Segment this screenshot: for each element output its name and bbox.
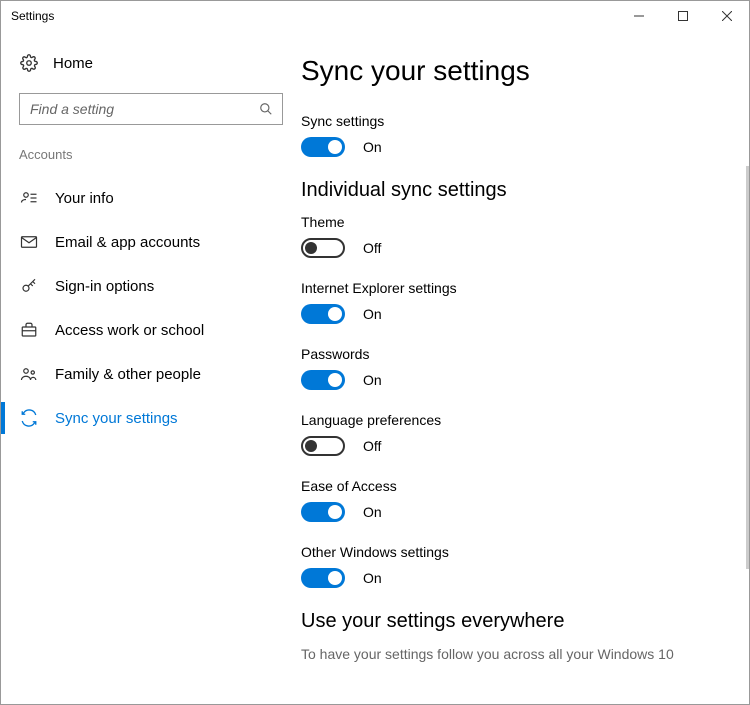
toggle-state: On [363,372,382,388]
setting-toggle[interactable] [301,238,345,258]
page-title: Sync your settings [301,55,739,87]
window-title: Settings [11,9,617,23]
toggle-row: On [301,502,739,522]
search-input[interactable] [19,93,283,125]
toggle-row: On [301,370,739,390]
sidebar-item-label: Your info [55,190,114,207]
sidebar-item-label: Email & app accounts [55,234,200,251]
setting-toggle[interactable] [301,568,345,588]
toggle-state: On [363,306,382,322]
individual-heading: Individual sync settings [301,179,739,202]
close-icon [722,11,732,21]
sidebar-item-label: Family & other people [55,366,201,383]
toggle-row: Off [301,238,739,258]
home-nav[interactable]: Home [19,53,301,73]
setting-toggle[interactable] [301,304,345,324]
window-controls [617,1,749,31]
minimize-button[interactable] [617,1,661,31]
setting-label: Theme [301,214,739,230]
toggle-state: Off [363,438,381,454]
maximize-button[interactable] [661,1,705,31]
sidebar-item-signin[interactable]: Sign-in options [19,264,301,308]
sidebar-item-label: Sign-in options [55,278,154,295]
setting-label: Passwords [301,346,739,362]
key-icon [19,277,39,295]
toggle-row: On [301,137,739,157]
setting-label: Internet Explorer settings [301,280,739,296]
close-button[interactable] [705,1,749,31]
toggle-row: On [301,568,739,588]
setting-label: Other Windows settings [301,544,739,560]
sidebar-item-your-info[interactable]: Your info [19,176,301,220]
main-panel: Sync your settings Sync settings On Indi… [301,31,749,704]
sidebar-item-email[interactable]: Email & app accounts [19,220,301,264]
briefcase-icon [19,321,39,339]
home-label: Home [53,55,93,72]
people-icon [19,365,39,383]
setting-label: Ease of Access [301,478,739,494]
sync-settings-toggle[interactable] [301,137,345,157]
gear-icon [19,53,39,73]
search-icon [259,102,273,116]
toggle-state: On [363,504,382,520]
sidebar-item-family[interactable]: Family & other people [19,352,301,396]
setting-toggle[interactable] [301,436,345,456]
toggle-row: Off [301,436,739,456]
sidebar-item-work[interactable]: Access work or school [19,308,301,352]
toggle-row: On [301,304,739,324]
scrollbar[interactable] [746,166,749,569]
toggle-state: On [363,570,382,586]
person-card-icon [19,189,39,207]
setting-label: Language preferences [301,412,739,428]
footer-text: To have your settings follow you across … [301,645,739,665]
sidebar-item-sync[interactable]: Sync your settings [19,396,301,440]
sidebar: Home Accounts Your info Email & app acco… [1,31,301,704]
sidebar-item-label: Sync your settings [55,410,178,427]
titlebar: Settings [1,1,749,31]
minimize-icon [634,11,644,21]
section-header: Accounts [19,147,301,162]
sync-icon [19,409,39,427]
mail-icon [19,233,39,251]
maximize-icon [678,11,688,21]
search-container [19,93,283,125]
sidebar-item-label: Access work or school [55,322,204,339]
toggle-state: Off [363,240,381,256]
setting-toggle[interactable] [301,370,345,390]
setting-toggle[interactable] [301,502,345,522]
sync-settings-label: Sync settings [301,113,739,129]
footer-heading: Use your settings everywhere [301,610,739,633]
toggle-state: On [363,139,382,155]
